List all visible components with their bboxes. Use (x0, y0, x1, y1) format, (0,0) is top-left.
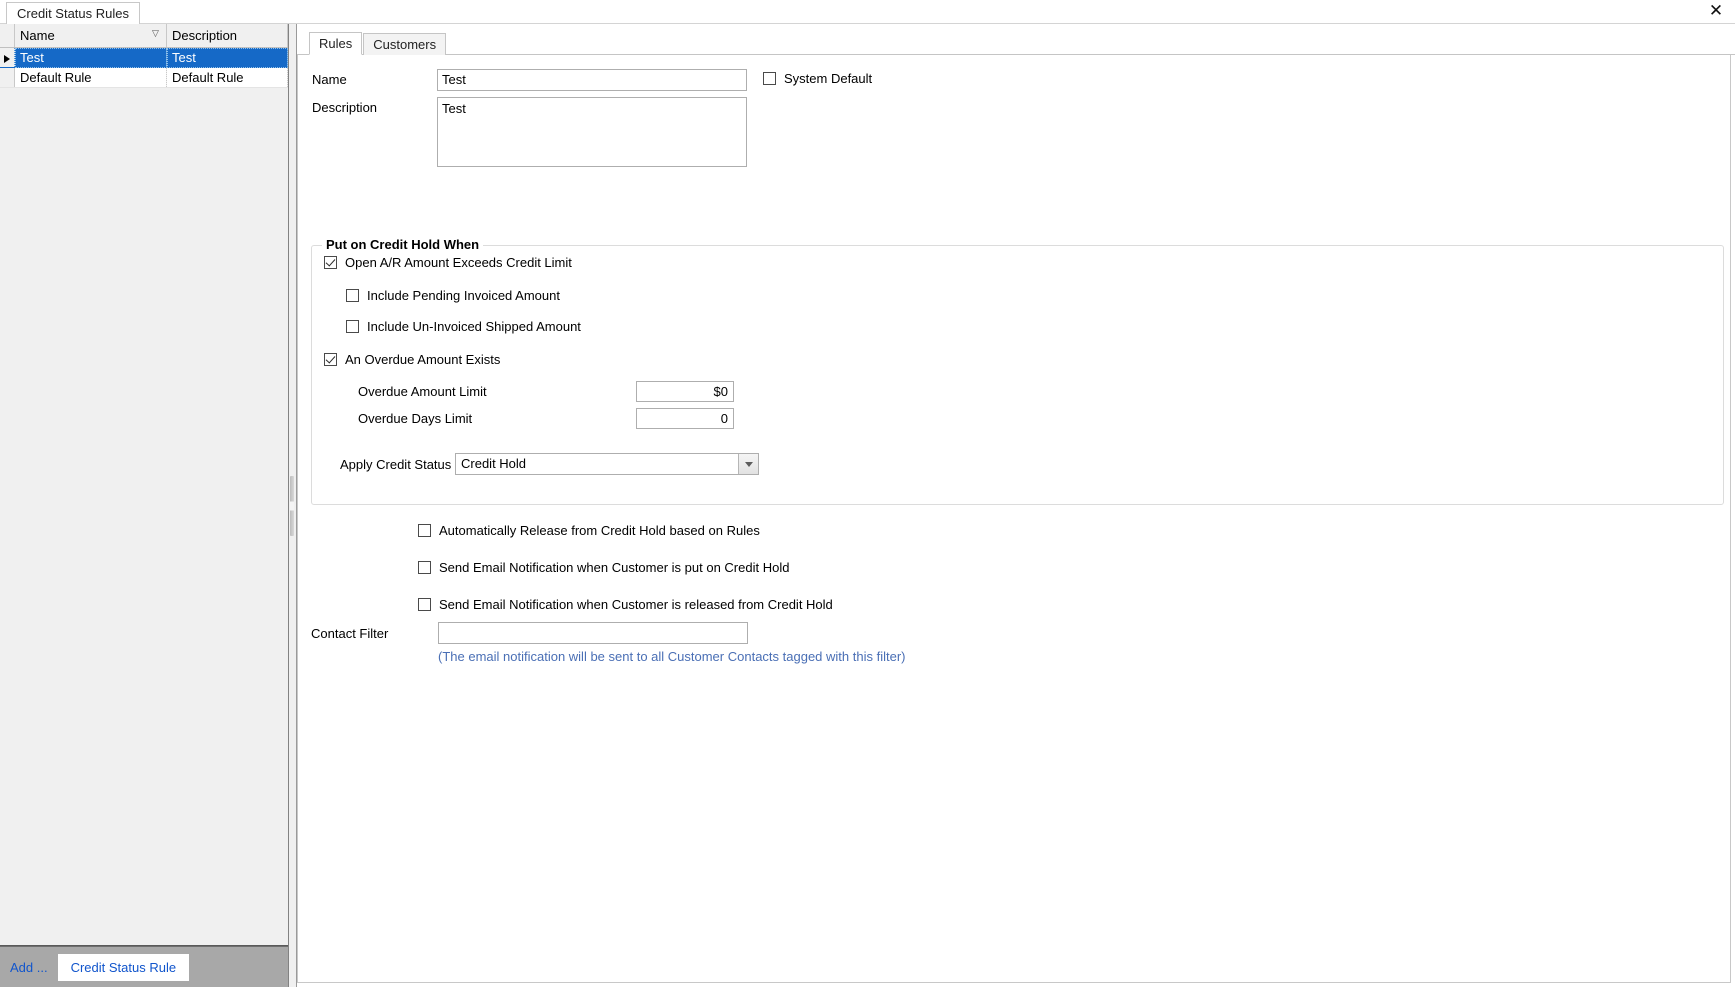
email-on-release-checkbox[interactable] (418, 598, 431, 611)
overdue-exists-label: An Overdue Amount Exists (345, 352, 501, 367)
contact-filter-hint: (The email notification will be sent to … (438, 649, 906, 664)
add-toolbar: Add ... Credit Status Rule (0, 946, 288, 987)
rule-detail-pane: Rules Customers Name Description (297, 24, 1735, 987)
email-on-hold-label: Send Email Notification when Customer is… (439, 560, 790, 575)
tab-rules-label: Rules (319, 36, 353, 51)
rules-list-pane: Name ▽ Description Test Test Default Rul… (0, 24, 289, 987)
apply-credit-status-label: Apply Credit Status (340, 456, 452, 472)
tab-rules[interactable]: Rules (309, 32, 363, 55)
row-name-cell: Default Rule (14, 67, 167, 88)
column-header-name[interactable]: Name ▽ (14, 24, 167, 48)
overdue-exists-row: An Overdue Amount Exists (324, 352, 1713, 367)
include-pending-row: Include Pending Invoiced Amount (346, 288, 1713, 303)
row-indicator-cell (0, 67, 15, 88)
include-pending-label: Include Pending Invoiced Amount (367, 288, 560, 303)
main-split: Name ▽ Description Test Test Default Rul… (0, 24, 1735, 987)
splitter-grip (290, 475, 294, 536)
open-ar-checkbox[interactable] (324, 256, 337, 269)
description-field-row: Description Test (312, 97, 1722, 167)
row-description-cell: Test (166, 47, 288, 68)
row-indicator-header (0, 24, 15, 48)
overdue-days-limit-input[interactable] (636, 408, 734, 429)
include-pending-checkbox[interactable] (346, 289, 359, 302)
chevron-down-glyph (744, 461, 753, 467)
rules-tab-panel: Name Description Test System Default (297, 55, 1731, 983)
open-ar-label: Open A/R Amount Exceeds Credit Limit (345, 255, 572, 270)
system-default-checkbox[interactable] (763, 72, 776, 85)
tab-customers-label: Customers (373, 37, 437, 52)
system-default-label: System Default (784, 71, 873, 86)
auto-release-row: Automatically Release from Credit Hold b… (418, 523, 833, 538)
contact-filter-label: Contact Filter (311, 625, 389, 641)
column-header-name-label: Name (20, 27, 55, 43)
overdue-days-limit-row: Overdue Days Limit (358, 408, 1713, 429)
row-indicator-cell (0, 47, 15, 68)
auto-release-checkbox[interactable] (418, 524, 431, 537)
apply-credit-status-select[interactable]: Credit Hold (455, 453, 759, 475)
rules-grid-header-row: Name ▽ Description (0, 24, 288, 48)
title-bar: Credit Status Rules ✕ (0, 0, 1735, 24)
name-field-row: Name (312, 69, 1722, 91)
current-row-arrow-icon (4, 55, 10, 63)
detail-tabstrip: Rules Customers (297, 30, 1735, 55)
overdue-amount-limit-row: Overdue Amount Limit (358, 381, 1713, 402)
include-uninvoiced-label: Include Un-Invoiced Shipped Amount (367, 319, 581, 334)
system-default-row: System Default (763, 71, 872, 86)
credit-hold-conditions-group: Put on Credit Hold When Open A/R Amount … (311, 237, 1724, 505)
tab-customers[interactable]: Customers (363, 33, 447, 55)
name-label: Name (312, 72, 347, 87)
chevron-down-icon[interactable] (738, 454, 758, 474)
include-uninvoiced-row: Include Un-Invoiced Shipped Amount (346, 319, 1713, 334)
include-uninvoiced-checkbox[interactable] (346, 320, 359, 333)
name-input[interactable] (437, 69, 747, 91)
overdue-days-limit-label: Overdue Days Limit (358, 411, 473, 426)
row-name-cell: Test (14, 47, 167, 68)
table-row[interactable]: Default Rule Default Rule (0, 67, 288, 88)
overdue-amount-limit-input[interactable] (636, 381, 734, 402)
email-on-hold-row: Send Email Notification when Customer is… (418, 560, 833, 575)
table-row[interactable]: Test Test (0, 47, 288, 68)
add-credit-status-rule-button[interactable]: Credit Status Rule (57, 953, 190, 981)
overdue-exists-checkbox[interactable] (324, 353, 337, 366)
add-link[interactable]: Add ... (8, 958, 50, 977)
document-tab-credit-status-rules[interactable]: Credit Status Rules (6, 2, 140, 24)
rules-grid-wrapper: Name ▽ Description Test Test Default Rul… (0, 24, 288, 946)
rule-form: Name Description Test System Default (298, 55, 1730, 982)
description-label: Description (312, 100, 378, 115)
email-on-release-label: Send Email Notification when Customer is… (439, 597, 833, 612)
row-description-cell: Default Rule (166, 67, 288, 88)
email-on-release-row: Send Email Notification when Customer is… (418, 597, 833, 612)
column-header-description-label: Description (172, 27, 238, 43)
sort-descending-icon: ▽ (152, 28, 159, 38)
close-icon[interactable]: ✕ (1706, 1, 1726, 21)
email-on-hold-checkbox[interactable] (418, 561, 431, 574)
notification-options: Automatically Release from Credit Hold b… (418, 523, 833, 612)
application-window: Credit Status Rules ✕ Name ▽ Description… (0, 0, 1735, 987)
rules-grid-body: Test Test Default Rule Default Rule (0, 47, 288, 88)
auto-release-label: Automatically Release from Credit Hold b… (439, 523, 760, 538)
rules-grid-header: Name ▽ Description (0, 24, 288, 48)
apply-credit-status-value: Credit Hold (461, 456, 527, 471)
rules-grid: Name ▽ Description Test Test Default Rul… (0, 24, 288, 88)
description-input[interactable]: Test (437, 97, 747, 167)
contact-filter-row: Contact Filter (311, 622, 748, 644)
contact-filter-input[interactable] (438, 622, 748, 644)
apply-credit-status-row: Apply Credit Status Credit Hold (340, 453, 1713, 475)
credit-hold-conditions-body: Open A/R Amount Exceeds Credit Limit Inc… (312, 246, 1723, 504)
open-ar-row: Open A/R Amount Exceeds Credit Limit (324, 255, 1713, 270)
pane-splitter[interactable] (289, 24, 297, 987)
document-tab-label: Credit Status Rules (17, 6, 129, 21)
column-header-description[interactable]: Description (166, 24, 288, 48)
overdue-amount-limit-label: Overdue Amount Limit (358, 384, 487, 399)
